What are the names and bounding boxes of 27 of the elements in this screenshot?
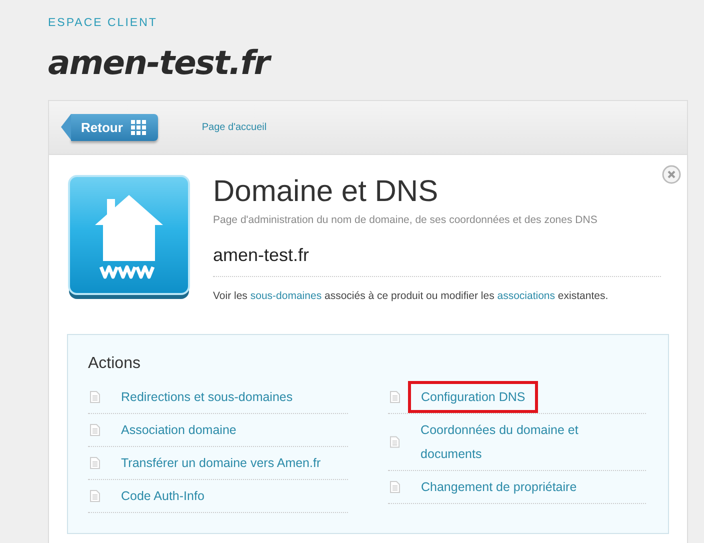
product-subtitle: Page d'administration du nom de domaine, de ses coordonnées et des zones DNS: [213, 214, 598, 226]
action-link[interactable]: Coordonnées du domaine et documents: [408, 414, 646, 470]
account-title: amen-test.fr: [48, 43, 688, 82]
document-icon: [90, 490, 100, 502]
action-link[interactable]: Transférer un domaine vers Amen.fr: [108, 447, 334, 479]
document-icon: [90, 457, 100, 469]
actions-heading: Actions: [88, 355, 142, 373]
document-icon: [90, 391, 100, 403]
house-www-icon: [67, 175, 191, 301]
description-link[interactable]: associations: [497, 290, 556, 302]
action-link[interactable]: Code Auth-Info: [108, 480, 218, 512]
document-icon: [390, 481, 400, 493]
close-icon[interactable]: [662, 165, 681, 184]
description-link[interactable]: sous-domaines: [250, 290, 322, 302]
grid-icon: [130, 120, 146, 135]
action-link[interactable]: Configuration DNS: [408, 381, 538, 413]
action-link[interactable]: Redirections et sous-domaines: [108, 381, 306, 413]
document-icon: [90, 424, 100, 436]
description-text: Voir les sous-domaines associés à ce produit ou modifier les associations existantes.: [213, 290, 610, 302]
document-icon: [390, 391, 400, 403]
action-link[interactable]: Association domaine: [108, 414, 250, 446]
domain-name: amen-test.fr: [213, 245, 661, 277]
home-link[interactable]: Page d'accueil: [202, 122, 267, 133]
action-link[interactable]: Changement de propriétaire: [408, 471, 590, 503]
document-icon: [390, 436, 400, 448]
product-title: Domaine et DNS: [213, 175, 440, 209]
section-label: ESPACE CLIENT: [48, 17, 158, 29]
